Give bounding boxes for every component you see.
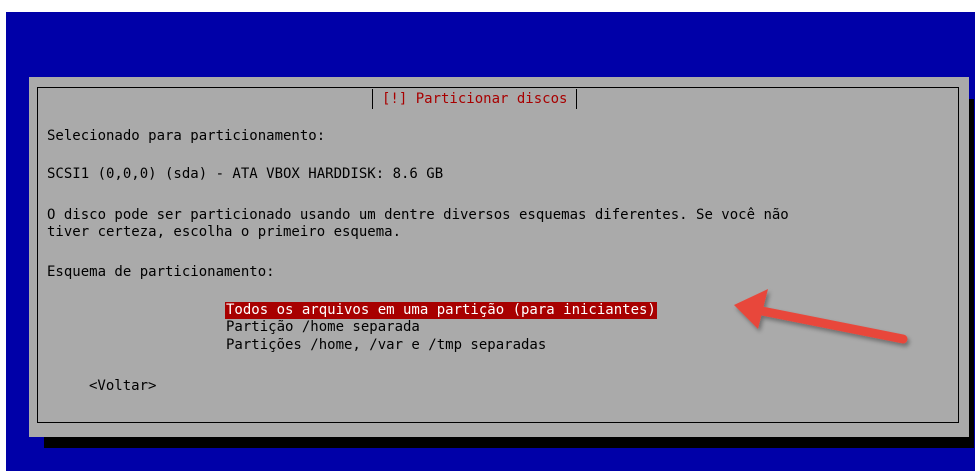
partition-dialog: [!] Particionar discos Selecionado para … (29, 77, 969, 437)
installer-screen: [!] Particionar discos Selecionado para … (6, 12, 975, 471)
option-separate-home-var-tmp[interactable]: Partições /home, /var e /tmp separadas (225, 337, 547, 354)
option-all-files-one-partition[interactable]: Todos os arquivos em uma partição (para … (225, 302, 657, 319)
dialog-title: [!] Particionar discos (372, 89, 578, 109)
scheme-label: Esquema de particionamento: (47, 264, 275, 280)
selected-for-partitioning-label: Selecionado para particionamento: (47, 128, 326, 144)
option-separate-home[interactable]: Partição /home separada (225, 319, 421, 336)
annotation-arrow-icon (734, 289, 908, 344)
description-text: O disco pode ser particionado usando um … (47, 207, 789, 240)
disk-info: SCSI1 (0,0,0) (sda) - ATA VBOX HARDDISK:… (47, 166, 444, 182)
back-button[interactable]: <Voltar> (89, 378, 156, 395)
